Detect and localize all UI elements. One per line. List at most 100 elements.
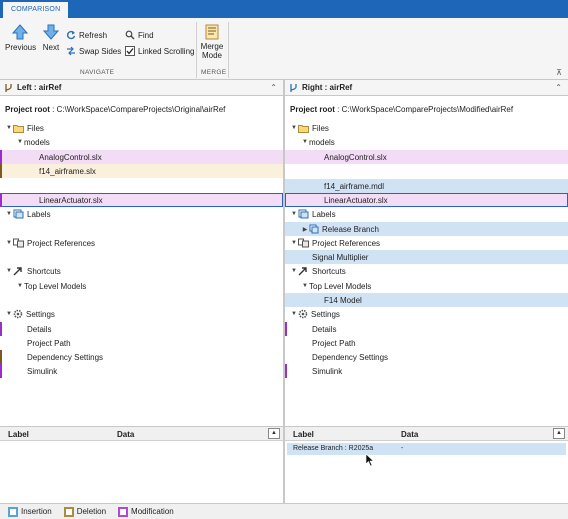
legend-label: Insertion bbox=[21, 507, 52, 516]
tree-row-models[interactable]: ▼ models bbox=[0, 135, 283, 149]
tree-label: Files bbox=[312, 123, 329, 133]
expand-icon[interactable]: ▼ bbox=[290, 268, 298, 274]
expand-icon[interactable]: ▼ bbox=[16, 139, 24, 145]
tree-row-shortcuts[interactable]: ▼ Shortcuts bbox=[285, 264, 568, 278]
expand-icon[interactable]: ▶ bbox=[301, 226, 309, 233]
expand-icon[interactable]: ▼ bbox=[5, 211, 13, 217]
collapse-right-icon[interactable]: ⌃ bbox=[555, 83, 562, 92]
tree-row-dependency-settings[interactable]: Dependency Settings bbox=[0, 350, 283, 364]
expand-icon[interactable]: ▼ bbox=[5, 311, 13, 317]
group-label-merge: MERGE bbox=[201, 69, 227, 76]
tree-label: models bbox=[309, 137, 335, 147]
expand-icon[interactable]: ▼ bbox=[301, 139, 309, 145]
expand-icon[interactable]: ▼ bbox=[290, 211, 298, 217]
tree-row-settings[interactable]: ▼ Settings bbox=[0, 307, 283, 321]
refresh-button[interactable]: Refresh bbox=[66, 30, 107, 40]
deletion-marker bbox=[0, 350, 2, 364]
expand-icon[interactable]: ▼ bbox=[5, 268, 13, 274]
shortcut-icon bbox=[13, 267, 22, 276]
tree-row-shortcuts[interactable]: ▼ Shortcuts bbox=[0, 264, 283, 278]
tree-row-f14-airframe[interactable]: f14_airframe.slx bbox=[0, 164, 283, 178]
tree-row-project-references[interactable]: ▼ Project References bbox=[285, 236, 568, 250]
tree-row-simulink[interactable]: Simulink bbox=[0, 364, 283, 378]
tree-row-linearactuator[interactable]: LinearActuator.slx bbox=[0, 193, 283, 207]
references-icon bbox=[298, 238, 309, 248]
expand-icon[interactable]: ▼ bbox=[301, 283, 309, 289]
legend-deletion: Deletion bbox=[63, 506, 107, 517]
swap-sides-button[interactable]: Swap Sides bbox=[66, 46, 121, 56]
merge-icon bbox=[205, 24, 219, 40]
tree-row-details[interactable]: Details bbox=[285, 322, 568, 336]
column-header-label[interactable]: Label bbox=[293, 430, 314, 439]
branch-icon bbox=[290, 83, 297, 92]
tree-label: Details bbox=[27, 324, 52, 334]
tree-row-f14-airframe-mdl[interactable]: f14_airframe.mdl bbox=[285, 179, 568, 193]
column-header-label[interactable]: Label bbox=[8, 430, 29, 439]
column-header-data[interactable]: Data bbox=[117, 430, 134, 439]
gear-icon bbox=[13, 309, 23, 319]
expand-icon[interactable]: ▼ bbox=[5, 125, 13, 131]
tree-row-simulink[interactable]: Simulink bbox=[285, 364, 568, 378]
tree-row-dependency-settings[interactable]: Dependency Settings bbox=[285, 350, 568, 364]
tree-row-analogcontrol[interactable]: AnalogControl.slx bbox=[285, 150, 568, 164]
tree-row-signal-multiplier[interactable]: Signal Multiplier bbox=[285, 250, 568, 264]
tree-label: Signal Multiplier bbox=[312, 252, 369, 262]
right-tree-pane[interactable]: Project root : C:\WorkSpace\CompareProje… bbox=[285, 96, 568, 426]
project-root-label: Project root bbox=[290, 104, 335, 114]
tab-comparison[interactable]: COMPARISON bbox=[3, 2, 69, 18]
tree-label: Project Path bbox=[312, 338, 356, 348]
tree-row-settings[interactable]: ▼ Settings bbox=[285, 307, 568, 321]
table-row[interactable]: Release Branch : R2025a - bbox=[287, 443, 566, 455]
tree-row-models[interactable]: ▼ models bbox=[285, 135, 568, 149]
tree-row-labels[interactable]: ▼ Labels bbox=[285, 207, 568, 221]
deletion-marker bbox=[0, 164, 2, 178]
modification-marker bbox=[0, 150, 2, 164]
merge-mode-label-line2: Mode bbox=[201, 51, 222, 60]
tree-label: Top Level Models bbox=[24, 281, 87, 291]
project-root-row: Project root : C:\WorkSpace\CompareProje… bbox=[0, 102, 225, 116]
tree-row-labels[interactable]: ▼ Labels bbox=[0, 207, 283, 221]
tree-row-files[interactable]: ▼ Files bbox=[0, 121, 283, 135]
collapse-table-icon[interactable]: ▲ bbox=[268, 428, 280, 439]
left-panel-header: Left : airRef ⌃ bbox=[0, 80, 283, 96]
expand-icon[interactable]: ▼ bbox=[5, 240, 13, 246]
legend-label: Deletion bbox=[76, 507, 107, 516]
next-button[interactable]: Next bbox=[40, 24, 62, 52]
collapse-left-icon[interactable]: ⌃ bbox=[270, 83, 277, 92]
tree-row-release-branch[interactable]: ▶ Release Branch bbox=[285, 222, 568, 236]
arrow-down-icon bbox=[43, 24, 59, 40]
tree-row-top-level-models[interactable]: ▼ Top Level Models bbox=[0, 279, 283, 293]
linked-scrolling-checkbox[interactable]: Linked Scrolling bbox=[125, 46, 194, 56]
swap-sides-label: Swap Sides bbox=[79, 46, 122, 56]
group-divider bbox=[196, 22, 197, 78]
expand-icon[interactable]: ▼ bbox=[16, 283, 24, 289]
tree-label: Project References bbox=[27, 238, 96, 248]
tree-row-details[interactable]: Details bbox=[0, 322, 283, 336]
tree-row-files[interactable]: ▼ Files bbox=[285, 121, 568, 135]
right-panel-title: Right : airRef bbox=[302, 83, 353, 92]
find-button[interactable]: Find bbox=[125, 30, 154, 40]
project-root-path: : C:\WorkSpace\CompareProjects\Original\… bbox=[52, 104, 226, 114]
previous-button[interactable]: Previous bbox=[5, 24, 36, 52]
right-panel-header: Right : airRef ⌃ bbox=[285, 80, 568, 96]
tree-row-top-level-models[interactable]: ▼ Top Level Models bbox=[285, 279, 568, 293]
column-header-data[interactable]: Data bbox=[401, 430, 418, 439]
collapse-toolstrip-icon[interactable]: ⊼ bbox=[556, 68, 562, 77]
tree-label: AnalogControl.slx bbox=[324, 152, 387, 162]
tree-row-linearactuator[interactable]: LinearActuator.slx bbox=[285, 193, 568, 207]
left-tree-pane[interactable]: Project root : C:\WorkSpace\CompareProje… bbox=[0, 96, 283, 426]
collapse-table-icon[interactable]: ▲ bbox=[553, 428, 565, 439]
table-cell-data: - bbox=[401, 445, 404, 452]
expand-icon[interactable]: ▼ bbox=[290, 240, 298, 246]
merge-mode-button[interactable]: Merge Mode bbox=[199, 24, 225, 60]
tree-row-analogcontrol[interactable]: AnalogControl.slx bbox=[0, 150, 283, 164]
swap-icon bbox=[67, 46, 75, 56]
tree-row-f14-model[interactable]: F14 Model bbox=[285, 293, 568, 307]
tree-row-project-references[interactable]: ▼ Project References bbox=[0, 236, 283, 250]
expand-icon[interactable]: ▼ bbox=[290, 125, 298, 131]
tree-label: models bbox=[24, 137, 50, 147]
tree-row-project-path[interactable]: Project Path bbox=[0, 336, 283, 350]
expand-icon[interactable]: ▼ bbox=[290, 311, 298, 317]
mouse-cursor-icon bbox=[365, 453, 375, 467]
tree-row-project-path[interactable]: Project Path bbox=[285, 336, 568, 350]
